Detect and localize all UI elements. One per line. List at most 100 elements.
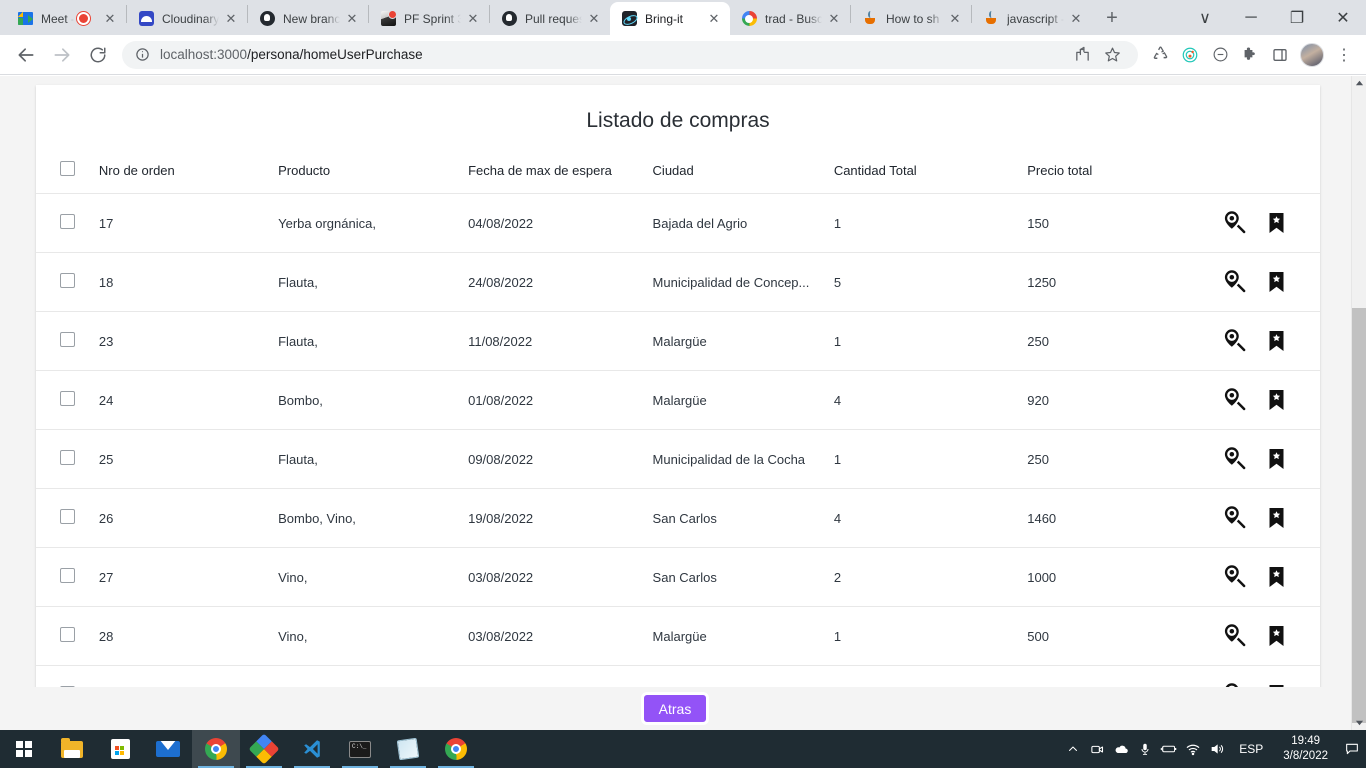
- clock[interactable]: 19:49 3/8/2022: [1273, 730, 1338, 768]
- target-icon[interactable]: [1176, 41, 1204, 69]
- row-checkbox[interactable]: [60, 273, 75, 288]
- star-icon[interactable]: [1098, 41, 1126, 69]
- row-checkbox[interactable]: [60, 332, 75, 347]
- select-all-checkbox[interactable]: [60, 161, 75, 176]
- browser-tab-pf-sprint[interactable]: PF Sprint 3 ✕: [369, 2, 489, 35]
- avatar[interactable]: [1300, 42, 1324, 67]
- tab-search-chevron-icon[interactable]: ∨: [1182, 0, 1228, 35]
- terminal-icon[interactable]: [336, 730, 384, 768]
- microphone-icon[interactable]: [1133, 730, 1157, 768]
- back-button-atras[interactable]: Atras: [641, 692, 709, 725]
- tab-close-button[interactable]: ✕: [947, 11, 963, 27]
- browser-tab-meet[interactable]: Meet - ✕: [6, 2, 126, 35]
- map-search-icon[interactable]: [1221, 210, 1247, 236]
- scroll-down-arrow-icon[interactable]: [1352, 715, 1366, 730]
- keyboard-language[interactable]: ESP: [1229, 730, 1273, 768]
- start-icon[interactable]: [0, 730, 48, 768]
- puzzle-icon[interactable]: [1236, 41, 1264, 69]
- browser-tab-new-branch[interactable]: New branc ✕: [248, 2, 368, 35]
- tab-close-button[interactable]: ✕: [223, 11, 239, 27]
- chrome-icon-second[interactable]: [432, 730, 480, 768]
- vscode-icon[interactable]: [288, 730, 336, 768]
- forward-button[interactable]: [47, 40, 77, 70]
- cell-order: 24: [98, 392, 114, 408]
- map-search-icon[interactable]: [1221, 446, 1247, 472]
- browser-tab-bring-it[interactable]: Bring-it ✕: [610, 2, 730, 35]
- bookmark-star-icon[interactable]: [1267, 625, 1286, 647]
- notification-icon[interactable]: [1338, 730, 1366, 768]
- browser-tab-cloudinary[interactable]: Cloudinary ✕: [127, 2, 247, 35]
- battery-icon[interactable]: [1157, 730, 1181, 768]
- cell-city: Malargüe: [652, 392, 707, 408]
- browser-tab-trad[interactable]: trad - Busc ✕: [730, 2, 850, 35]
- map-search-icon[interactable]: [1221, 328, 1247, 354]
- tab-close-button[interactable]: ✕: [826, 11, 842, 27]
- bookmark-star-icon[interactable]: [1267, 389, 1286, 411]
- microsoft-store-icon[interactable]: [96, 730, 144, 768]
- camera-icon[interactable]: [1085, 730, 1109, 768]
- maximize-button[interactable]: ❐: [1274, 0, 1320, 35]
- minimize-button[interactable]: ─: [1228, 0, 1274, 35]
- tab-close-button[interactable]: ✕: [1068, 11, 1084, 27]
- java-icon: [862, 11, 878, 27]
- wifi-icon[interactable]: [1181, 730, 1205, 768]
- reload-button[interactable]: [83, 40, 113, 70]
- bookmark-star-icon[interactable]: [1267, 212, 1286, 234]
- volume-icon[interactable]: [1205, 730, 1229, 768]
- browser-tab-pull-request[interactable]: Pull reques ✕: [490, 2, 610, 35]
- bookmark-star-icon[interactable]: [1267, 448, 1286, 470]
- browser-toolbar: localhost:3000/persona/homeUserPurchase: [0, 35, 1366, 75]
- row-checkbox[interactable]: [60, 391, 75, 406]
- circle-dash-icon[interactable]: [1206, 41, 1234, 69]
- map-search-icon[interactable]: [1221, 269, 1247, 295]
- side-panel-icon[interactable]: [1266, 41, 1294, 69]
- row-checkbox[interactable]: [60, 450, 75, 465]
- cell-city: Municipalidad de Concep...: [652, 274, 810, 290]
- cell-city: San Carlos: [652, 569, 717, 585]
- row-checkbox[interactable]: [60, 509, 75, 524]
- map-search-icon[interactable]: [1221, 387, 1247, 413]
- tab-label: Cloudinary: [162, 11, 219, 26]
- row-checkbox[interactable]: [60, 627, 75, 642]
- info-circle-icon[interactable]: [134, 47, 150, 63]
- new-tab-button[interactable]: +: [1098, 4, 1126, 32]
- browser-tab-javascript[interactable]: javascript - ✕: [972, 2, 1092, 35]
- scroll-up-arrow-icon[interactable]: [1352, 76, 1366, 91]
- bookmark-star-icon[interactable]: [1267, 566, 1286, 588]
- colors-app-icon[interactable]: [240, 730, 288, 768]
- map-search-icon[interactable]: [1221, 564, 1247, 590]
- address-bar[interactable]: localhost:3000/persona/homeUserPurchase: [122, 40, 1138, 69]
- browser-tab-how-to[interactable]: How to sh ✕: [851, 2, 971, 35]
- show-hidden-icons-icon[interactable]: [1061, 730, 1085, 768]
- map-search-icon[interactable]: [1221, 505, 1247, 531]
- tab-close-button[interactable]: ✕: [465, 11, 481, 27]
- scrollbar-thumb[interactable]: [1352, 308, 1366, 723]
- tab-close-button[interactable]: ✕: [344, 11, 360, 27]
- back-button[interactable]: [11, 40, 41, 70]
- mail-icon[interactable]: [144, 730, 192, 768]
- tab-close-button[interactable]: ✕: [586, 11, 602, 27]
- browser-menu-button[interactable]: ⋮: [1330, 41, 1358, 69]
- row-checkbox[interactable]: [60, 214, 75, 229]
- onedrive-icon[interactable]: [1109, 730, 1133, 768]
- tab-close-button[interactable]: ✕: [706, 11, 722, 27]
- purchases-card: Listado de compras Nro de orden Producto…: [36, 85, 1320, 724]
- close-window-button[interactable]: ✕: [1320, 0, 1366, 35]
- notepad-icon[interactable]: [384, 730, 432, 768]
- tab-close-button[interactable]: ✕: [102, 11, 118, 27]
- bookmark-star-icon[interactable]: [1267, 330, 1286, 352]
- cell-order: 18: [98, 274, 114, 290]
- recycle-icon[interactable]: [1146, 41, 1174, 69]
- bookmark-star-icon[interactable]: [1267, 271, 1286, 293]
- cell-date: 19/08/2022: [468, 510, 534, 526]
- map-search-icon[interactable]: [1221, 623, 1247, 649]
- share-icon[interactable]: [1068, 41, 1096, 69]
- file-explorer-icon[interactable]: [48, 730, 96, 768]
- purchases-table: Nro de orden Producto Fecha de max de es…: [36, 151, 1320, 724]
- react-icon: [621, 11, 637, 27]
- vertical-scrollbar[interactable]: [1351, 76, 1366, 730]
- chrome-icon[interactable]: [192, 730, 240, 768]
- bookmark-star-icon[interactable]: [1267, 507, 1286, 529]
- cell-date: 01/08/2022: [468, 392, 534, 408]
- row-checkbox[interactable]: [60, 568, 75, 583]
